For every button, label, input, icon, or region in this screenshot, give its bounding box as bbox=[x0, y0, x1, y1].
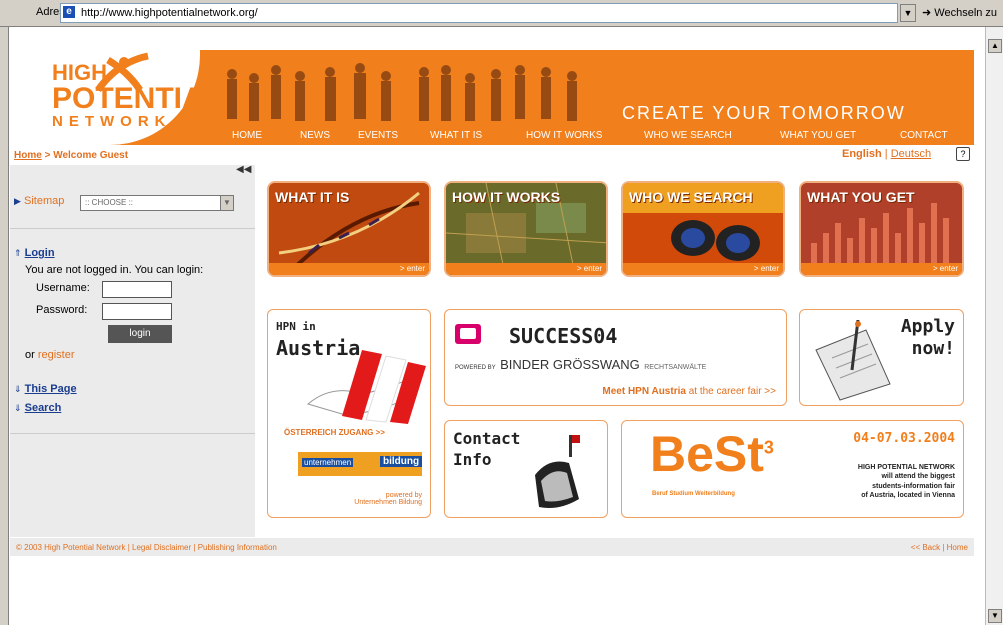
go-label: Wechseln zu bbox=[934, 7, 998, 19]
mailbox-icon bbox=[535, 435, 580, 508]
nav-who-we-search[interactable]: WHO WE SEARCH bbox=[644, 130, 732, 141]
search-link[interactable]: Search bbox=[25, 402, 62, 414]
main-nav: HOME NEWS EVENTS WHAT IT IS HOW IT WORKS… bbox=[220, 129, 974, 145]
address-input[interactable]: e http://www.highpotentialnetwork.org/ bbox=[60, 3, 898, 23]
best3-box[interactable]: BeSt3 Beruf Studium Weiterbildung 04-07.… bbox=[621, 420, 964, 518]
nav-how-it-works[interactable]: HOW IT WORKS bbox=[526, 130, 602, 141]
address-url: http://www.highpotentialnetwork.org/ bbox=[81, 7, 258, 19]
ie-page-icon: e bbox=[63, 6, 75, 18]
search-row: ⇓ Search bbox=[14, 402, 61, 414]
register-row: or register bbox=[25, 349, 75, 361]
unternehmen-bildung-logo[interactable]: unternehmen bildung bbox=[298, 452, 423, 476]
tile-title: WHAT IT IS bbox=[275, 189, 350, 205]
contact-info-text: Contact Info bbox=[453, 429, 521, 469]
best-logo: BeSt3 bbox=[650, 426, 774, 482]
austria-line1: HPN in bbox=[276, 320, 316, 333]
footer-nav-links[interactable]: << Back | Home bbox=[911, 543, 968, 552]
help-book-icon[interactable]: ? bbox=[956, 147, 970, 161]
tile-what-it-is[interactable]: WHAT IT IS > enter bbox=[267, 181, 431, 277]
password-input[interactable] bbox=[102, 303, 172, 320]
best-description: HIGH POTENTIAL NETWORK will attend the b… bbox=[857, 464, 955, 500]
sitemap-select[interactable]: :: CHOOSE :: ▼ bbox=[80, 195, 234, 211]
breadcrumb-home-link[interactable]: Home bbox=[14, 150, 42, 161]
best-date: 04-07.03.2004 bbox=[853, 431, 955, 446]
this-page-row: ⇓ This Page bbox=[14, 383, 77, 395]
footer-legal-links[interactable]: © 2003 High Potential Network | Legal Di… bbox=[16, 543, 277, 552]
tile-enter-link[interactable]: > enter bbox=[400, 264, 425, 273]
footer: © 2003 High Potential Network | Legal Di… bbox=[10, 538, 974, 556]
powered-by-label: powered by Unternehmen Bildung bbox=[354, 492, 422, 506]
scroll-up-icon[interactable]: ▲ bbox=[988, 39, 1002, 53]
username-input[interactable] bbox=[102, 281, 172, 298]
lang-deutsch[interactable]: Deutsch bbox=[891, 148, 931, 160]
nav-home[interactable]: HOME bbox=[232, 130, 262, 141]
tile-title: HOW IT WORKS bbox=[452, 189, 561, 205]
success04-box[interactable]: SUCCESS04 POWERED BY BINDER GRÖSSWANG RE… bbox=[444, 309, 787, 406]
vertical-scrollbar[interactable]: ▲ ▼ bbox=[985, 27, 1003, 625]
expand-down-icon[interactable]: ⇓ bbox=[14, 384, 22, 394]
language-switcher: English | Deutsch bbox=[842, 148, 932, 160]
nav-what-it-is[interactable]: WHAT IT IS bbox=[430, 130, 482, 141]
this-page-link[interactable]: This Page bbox=[25, 383, 77, 395]
login-heading: ⇑ Login bbox=[14, 247, 55, 259]
tile-enter-link[interactable]: > enter bbox=[933, 264, 958, 273]
tagline: CREATE YOUR TOMORROW bbox=[622, 103, 906, 123]
tile-enter-link[interactable]: > enter bbox=[577, 264, 602, 273]
go-button[interactable]: ➜ Wechseln zu bbox=[922, 6, 997, 19]
nav-news[interactable]: NEWS bbox=[300, 130, 330, 141]
austria-zugang-link[interactable]: ÖSTERREICH ZUGANG >> bbox=[284, 428, 385, 437]
password-label: Password: bbox=[36, 304, 88, 316]
sitemap-link[interactable]: Sitemap bbox=[24, 195, 64, 207]
tile-title: WHO WE SEARCH bbox=[629, 189, 753, 205]
apply-now-box[interactable]: Apply now! bbox=[799, 309, 964, 406]
success-logo-icon bbox=[455, 324, 481, 344]
tile-what-you-get[interactable]: WHAT YOU GET > enter bbox=[799, 181, 964, 277]
sitemap-arrow-icon: ▶ bbox=[14, 196, 21, 206]
username-label: Username: bbox=[36, 282, 90, 294]
success-title: SUCCESS04 bbox=[509, 324, 618, 348]
collapse-up-icon[interactable]: ⇑ bbox=[14, 248, 22, 258]
apply-now-text: Apply now! bbox=[900, 316, 955, 359]
tile-title: WHAT YOU GET bbox=[807, 189, 915, 205]
site-header: HIGH POTENTIAL NETWORK CREATE YOUR TOMOR… bbox=[10, 50, 974, 145]
tile-enter-link[interactable]: > enter bbox=[754, 264, 779, 273]
address-dropdown-icon[interactable]: ▼ bbox=[900, 4, 916, 22]
login-link[interactable]: Login bbox=[25, 247, 55, 259]
divider bbox=[10, 433, 255, 434]
lang-english[interactable]: English bbox=[842, 148, 882, 160]
breadcrumb: Home > Welcome Guest bbox=[14, 150, 129, 161]
window-frame-left bbox=[0, 27, 9, 625]
success-sponsor: POWERED BY BINDER GRÖSSWANG RECHTSANWÄLT… bbox=[455, 357, 707, 372]
nav-contact[interactable]: CONTACT bbox=[900, 130, 948, 141]
sitemap-row: ▶ Sitemap bbox=[14, 195, 64, 207]
austria-flag-map-icon bbox=[306, 350, 426, 424]
expand-down-icon[interactable]: ⇓ bbox=[14, 403, 22, 413]
clipboard-pen-icon bbox=[815, 320, 891, 401]
divider bbox=[10, 228, 255, 229]
register-link[interactable]: register bbox=[38, 349, 75, 361]
scroll-down-icon[interactable]: ▼ bbox=[988, 609, 1002, 623]
best-subtitle: Beruf Studium Weiterbildung bbox=[652, 491, 735, 497]
select-dropdown-icon: ▼ bbox=[220, 196, 233, 210]
nav-events[interactable]: EVENTS bbox=[358, 130, 398, 141]
austria-box[interactable]: HPN in Austria ÖSTERREICH ZUGANG >> unte… bbox=[267, 309, 431, 518]
address-bar: Adresse e http://www.highpotentialnetwor… bbox=[0, 0, 1003, 27]
collapse-sidebar-icon[interactable]: ◀◀ bbox=[236, 164, 251, 175]
crowd-image bbox=[227, 63, 577, 121]
nav-what-you-get[interactable]: WHAT YOU GET bbox=[780, 130, 856, 141]
tile-who-we-search[interactable]: WHO WE SEARCH > enter bbox=[621, 181, 785, 277]
success-career-fair-link[interactable]: Meet HPN Austria at the career fair >> bbox=[602, 386, 776, 397]
logo-text: HIGH POTENTIAL NETWORK bbox=[52, 60, 222, 130]
logo[interactable]: HIGH POTENTIAL NETWORK bbox=[10, 50, 222, 145]
login-button[interactable]: login bbox=[108, 325, 172, 343]
tile-how-it-works[interactable]: HOW IT WORKS > enter bbox=[444, 181, 608, 277]
login-info: You are not logged in. You can login: bbox=[25, 264, 204, 276]
contact-info-box[interactable]: Contact Info bbox=[444, 420, 608, 518]
